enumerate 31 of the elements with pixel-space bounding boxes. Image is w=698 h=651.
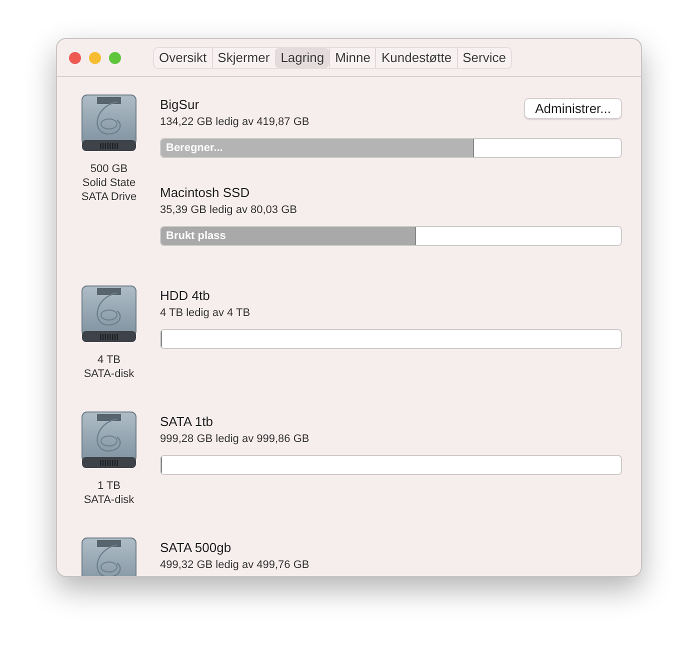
drive-caption: SATA Drive [81,190,137,204]
tab[interactable]: Lagring [274,48,330,68]
volume-name: SATA 1tb [160,414,214,430]
volume-info: 499,32 GB ledig av 499,76 GB [160,558,310,572]
drive-caption: Solid State [82,176,136,190]
tab[interactable]: Kundestøtte [375,48,457,68]
volume-name: HDD 4tb [160,288,211,304]
minimize-button[interactable] [89,52,101,64]
tab[interactable]: Oversikt [154,48,212,68]
drive-caption: SATA-disk [84,493,134,507]
volume-name: BigSur [160,97,200,113]
zoom-button[interactable] [109,52,121,64]
drive-caption: 500 GB [90,162,128,176]
volume-name: Macintosh SSD [160,185,251,201]
bar-label: Beregner... [165,140,223,156]
volume-info: 4 TB ledig av 4 TB [160,306,250,320]
volume-info: 35,39 GB ledig av 80,03 GB [160,203,297,217]
manage-button[interactable]: Administrer... [524,98,622,119]
hard-drive-icon [81,411,137,469]
hard-drive-icon [81,285,137,343]
close-button[interactable] [69,52,81,64]
volume-name: SATA 500gb [160,540,232,556]
drive-caption: 4 TB [97,353,120,367]
drive-caption: SATA-disk [84,367,134,381]
volume-info: 999,28 GB ledig av 999,86 GB [160,432,310,446]
hard-drive-icon [81,94,137,152]
bar-label: Brukt plass [165,228,226,244]
volume-info: 134,22 GB ledig av 419,87 GB [160,115,310,129]
tab[interactable]: Minne [329,48,376,68]
tab[interactable]: Service [456,48,511,68]
drive-caption: 1 TB [97,479,120,493]
